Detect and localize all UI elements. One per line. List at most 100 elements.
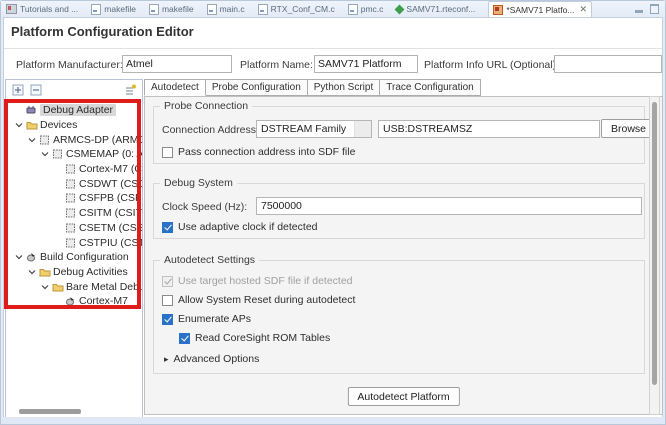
tree-item-csmemap[interactable]: CSMEMAP (0: AHB	[6, 147, 142, 162]
tree-item-label: Bare Metal Debug	[66, 281, 142, 293]
tab-tutorials[interactable]: Tutorials and ...	[6, 4, 78, 14]
advanced-options-expander[interactable]: ▸ Advanced Options	[164, 353, 259, 365]
checkbox-label: Use target hosted SDF file if detected	[178, 275, 353, 287]
vertical-scrollbar[interactable]	[649, 96, 660, 415]
tree-item-label: CSDWT (CSDWT	[79, 178, 142, 190]
chip-icon	[64, 193, 77, 203]
folder-icon	[38, 267, 51, 277]
autodetect-platform-button[interactable]: Autodetect Platform	[347, 387, 459, 406]
checkbox-checked[interactable]	[179, 333, 190, 344]
tree-toolbar	[6, 80, 142, 99]
chevron-down-icon[interactable]	[13, 121, 25, 129]
tree-item-cortex-m7-core[interactable]: Cortex-M7 (Cort	[6, 162, 142, 177]
tab-probe-configuration[interactable]: Probe Configuration	[206, 79, 308, 96]
connection-address-field[interactable]	[378, 120, 600, 138]
tab-label: SAMV71.rteconf...	[406, 4, 475, 14]
tab-autodetect[interactable]: Autodetect	[144, 79, 206, 96]
tab-main-c[interactable]: main.c	[207, 4, 245, 15]
info-url-field[interactable]	[554, 55, 662, 73]
connection-family-combobox[interactable]: DSTREAM Family	[256, 120, 372, 138]
group-title: Autodetect Settings	[160, 254, 259, 266]
chip-icon	[64, 238, 77, 248]
rteconfig-diamond-icon	[395, 4, 405, 14]
browse-button[interactable]: Browse	[601, 119, 656, 138]
manufacturer-label: Platform Manufacturer:	[16, 59, 123, 71]
chip-icon	[64, 164, 77, 174]
config-tabs: Autodetect Probe Configuration Python Sc…	[144, 79, 481, 96]
tree-item-build-configuration[interactable]: Build Configuration	[6, 250, 142, 265]
tree-item-debug-activities[interactable]: Debug Activities	[6, 265, 142, 280]
tree-horizontal-scrollbar[interactable]	[19, 409, 81, 414]
adaptive-clock-checkbox-row[interactable]: Use adaptive clock if detected	[162, 221, 318, 233]
tree-item-csfpb[interactable]: CSFPB (CSFPB)	[6, 191, 142, 206]
checkbox-checked[interactable]	[162, 314, 173, 325]
advanced-options-label: Advanced Options	[174, 353, 260, 365]
tab-label: RTX_Conf_CM.c	[271, 4, 335, 14]
chevron-down-icon[interactable]	[26, 136, 38, 144]
close-icon[interactable]: ✕	[579, 4, 587, 15]
platform-config-editor: Platform Configuration Editor Platform M…	[3, 17, 663, 419]
tab-makefile-1[interactable]: makefile	[91, 4, 136, 15]
tab-platform-active[interactable]: *SAMV71 Platfo... ✕	[488, 1, 592, 18]
checkbox-checked[interactable]	[162, 222, 173, 233]
clock-speed-field[interactable]	[256, 197, 642, 215]
tree-item-csetm[interactable]: CSETM (CSETM)	[6, 221, 142, 236]
tab-rtx-conf[interactable]: RTX_Conf_CM.c	[258, 4, 335, 15]
manufacturer-field[interactable]	[122, 55, 232, 73]
c-file-icon	[348, 4, 358, 15]
tab-rteconf[interactable]: SAMV71.rteconf...	[396, 4, 475, 14]
chevron-down-icon[interactable]	[26, 268, 38, 276]
chevron-down-icon[interactable]	[39, 150, 51, 158]
read-rom-checkbox-row[interactable]: Read CoreSight ROM Tables	[179, 332, 330, 344]
view-menu-icon[interactable]	[124, 83, 137, 96]
checkbox-label: Read CoreSight ROM Tables	[195, 332, 330, 344]
config-content-panel: Autodetect Probe Configuration Python Sc…	[144, 79, 663, 418]
platform-tree-panel: Debug Adapter Devices ARMCS-DP (ARMCS-D …	[5, 79, 143, 418]
tab-trace-configuration[interactable]: Trace Configuration	[380, 79, 480, 96]
tree-item-csitm[interactable]: CSITM (CSITM)	[6, 206, 142, 221]
tree-item-label: Cortex-M7	[79, 295, 128, 307]
autodetect-settings-group: Autodetect Settings Use target hosted SD…	[153, 260, 645, 374]
c-file-icon	[207, 4, 217, 15]
chevron-down-icon[interactable]	[354, 121, 371, 137]
tree-item-cstpiu[interactable]: CSTPIU (CSTPIU	[6, 235, 142, 250]
tree-item-devices[interactable]: Devices	[6, 118, 142, 133]
tree-item-armcs-dp[interactable]: ARMCS-DP (ARMCS-D	[6, 132, 142, 147]
tab-label: main.c	[220, 4, 245, 14]
file-icon	[91, 4, 101, 15]
platform-name-label: Platform Name:	[240, 59, 313, 71]
tree-item-debug-adapter[interactable]: Debug Adapter	[6, 103, 142, 118]
chip-icon	[38, 135, 51, 145]
chevron-down-icon[interactable]	[13, 253, 25, 261]
collapse-all-icon[interactable]	[29, 83, 42, 96]
enumerate-aps-checkbox-row[interactable]: Enumerate APs	[162, 313, 251, 325]
expand-all-icon[interactable]	[11, 83, 24, 96]
tab-label: makefile	[104, 4, 136, 14]
tree-item-cortex-m7-activity[interactable]: Cortex-M7	[6, 294, 142, 309]
folder-open-icon	[51, 282, 64, 292]
tab-makefile-2[interactable]: makefile	[149, 4, 194, 15]
screenshot: Tutorials and ... makefile makefile main…	[0, 0, 666, 425]
minimize-icon[interactable]	[635, 10, 643, 13]
checkbox-unchecked[interactable]	[162, 295, 173, 306]
scrollbar-thumb[interactable]	[652, 102, 657, 385]
tab-python-script[interactable]: Python Script	[308, 79, 380, 96]
pass-sdf-checkbox-row[interactable]: Pass connection address into SDF file	[162, 146, 355, 158]
checkbox-unchecked[interactable]	[162, 147, 173, 158]
platform-name-field[interactable]	[314, 55, 418, 73]
group-title: Debug System	[160, 177, 237, 189]
tree-item-label: CSMEMAP (0: AHB	[66, 148, 142, 160]
clock-speed-label: Clock Speed (Hz):	[162, 201, 247, 213]
tree-item-label: CSETM (CSETM)	[79, 222, 142, 234]
use-target-sdf-checkbox-row: Use target hosted SDF file if detected	[162, 275, 353, 287]
tree-item-label: CSITM (CSITM)	[79, 207, 142, 219]
allow-reset-checkbox-row[interactable]: Allow System Reset during autodetect	[162, 294, 355, 306]
tree-item-bare-metal-debug[interactable]: Bare Metal Debug	[6, 279, 142, 294]
platform-config-icon	[493, 5, 503, 15]
maximize-icon[interactable]	[650, 4, 659, 14]
chip-icon	[51, 149, 64, 159]
chip-icon	[64, 223, 77, 233]
tab-pmc-c[interactable]: pmc.c	[348, 4, 384, 15]
tree-item-csdwt[interactable]: CSDWT (CSDWT	[6, 176, 142, 191]
chevron-down-icon[interactable]	[39, 283, 51, 291]
